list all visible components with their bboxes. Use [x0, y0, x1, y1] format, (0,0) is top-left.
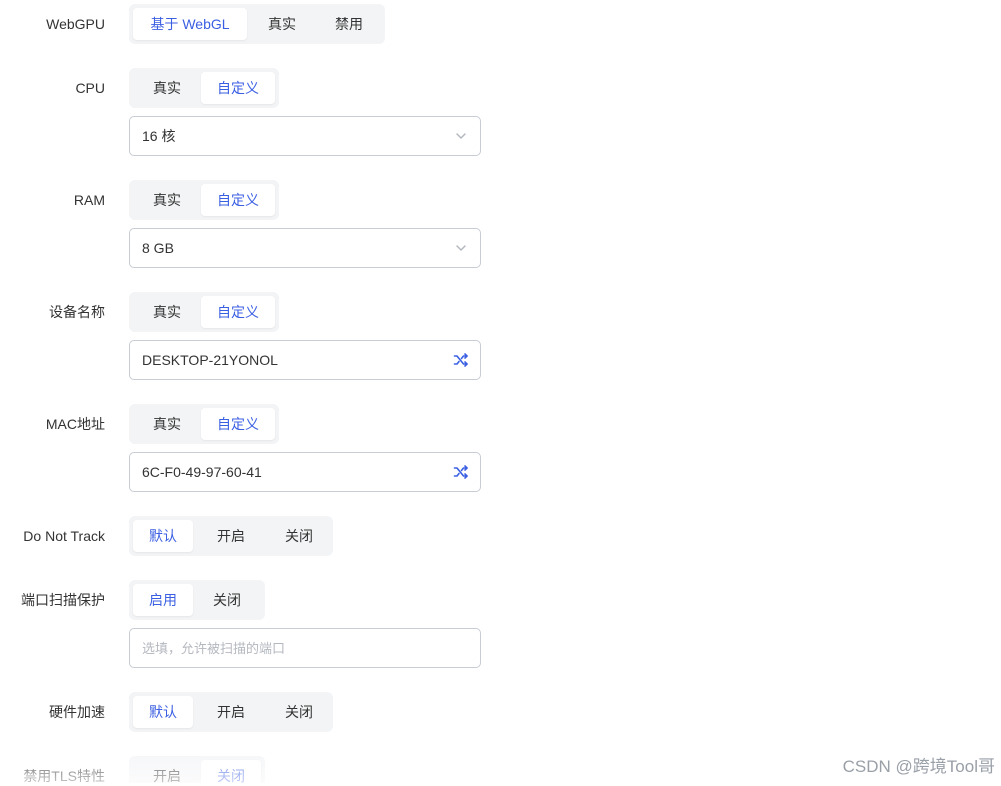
- hw-accel-option-default[interactable]: 默认: [133, 696, 193, 728]
- port-scan-segmented-control: 启用 关闭: [129, 580, 265, 620]
- dnt-label: Do Not Track: [23, 528, 105, 544]
- device-name-option-custom[interactable]: 自定义: [201, 296, 275, 328]
- tls-option-off[interactable]: 关闭: [201, 760, 261, 783]
- chevron-down-icon: [456, 245, 466, 251]
- hw-accel-segmented-control: 默认 开启 关闭: [129, 692, 333, 732]
- webgpu-option-real[interactable]: 真实: [247, 8, 317, 40]
- cpu-option-real[interactable]: 真实: [133, 72, 201, 104]
- device-name-label: 设备名称: [49, 304, 105, 320]
- mac-value: 6C-F0-49-97-60-41: [142, 464, 262, 480]
- hw-accel-option-on[interactable]: 开启: [193, 696, 269, 728]
- mac-option-custom[interactable]: 自定义: [201, 408, 275, 440]
- mac-option-real[interactable]: 真实: [133, 408, 201, 440]
- dnt-segmented-control: 默认 开启 关闭: [129, 516, 333, 556]
- port-scan-ports-input[interactable]: [130, 629, 480, 667]
- tls-option-on[interactable]: 开启: [133, 760, 201, 783]
- webgpu-option-disable[interactable]: 禁用: [317, 8, 381, 40]
- device-name-value: DESKTOP-21YONOL: [142, 352, 278, 368]
- ram-label: RAM: [73, 192, 105, 208]
- shuffle-icon[interactable]: [453, 352, 469, 368]
- cpu-segmented-control: 真实 自定义: [129, 68, 279, 108]
- tls-segmented-control: 开启 关闭: [129, 756, 265, 783]
- hw-accel-label: 硬件加速: [49, 704, 105, 720]
- ram-select-value: 8 GB: [142, 240, 174, 256]
- ram-option-real[interactable]: 真实: [133, 184, 201, 216]
- cpu-select[interactable]: 16 核: [129, 116, 481, 156]
- cpu-label: CPU: [75, 80, 105, 96]
- port-scan-input-wrapper: [129, 628, 481, 668]
- dnt-option-on[interactable]: 开启: [193, 520, 269, 552]
- dnt-option-off[interactable]: 关闭: [269, 520, 329, 552]
- device-name-segmented-control: 真实 自定义: [129, 292, 279, 332]
- mac-segmented-control: 真实 自定义: [129, 404, 279, 444]
- webgpu-segmented-control: 基于 WebGL 真实 禁用: [129, 4, 385, 44]
- port-scan-option-off[interactable]: 关闭: [193, 584, 261, 616]
- tls-label: 禁用TLS特性: [23, 768, 105, 784]
- cpu-option-custom[interactable]: 自定义: [201, 72, 275, 104]
- device-name-input[interactable]: DESKTOP-21YONOL: [129, 340, 481, 380]
- mac-input[interactable]: 6C-F0-49-97-60-41: [129, 452, 481, 492]
- ram-segmented-control: 真实 自定义: [129, 180, 279, 220]
- webgpu-option-webgl[interactable]: 基于 WebGL: [133, 8, 247, 40]
- chevron-down-icon: [456, 133, 466, 139]
- dnt-option-default[interactable]: 默认: [133, 520, 193, 552]
- port-scan-option-enable[interactable]: 启用: [133, 584, 193, 616]
- ram-option-custom[interactable]: 自定义: [201, 184, 275, 216]
- device-name-option-real[interactable]: 真实: [133, 296, 201, 328]
- cpu-select-value: 16 核: [142, 128, 176, 144]
- hw-accel-option-off[interactable]: 关闭: [269, 696, 329, 728]
- ram-select[interactable]: 8 GB: [129, 228, 481, 268]
- shuffle-icon[interactable]: [453, 464, 469, 480]
- webgpu-label: WebGPU: [46, 16, 105, 32]
- port-scan-label: 端口扫描保护: [21, 592, 105, 608]
- mac-label: MAC地址: [45, 416, 105, 432]
- watermark: CSDN @跨境Tool哥: [842, 757, 995, 776]
